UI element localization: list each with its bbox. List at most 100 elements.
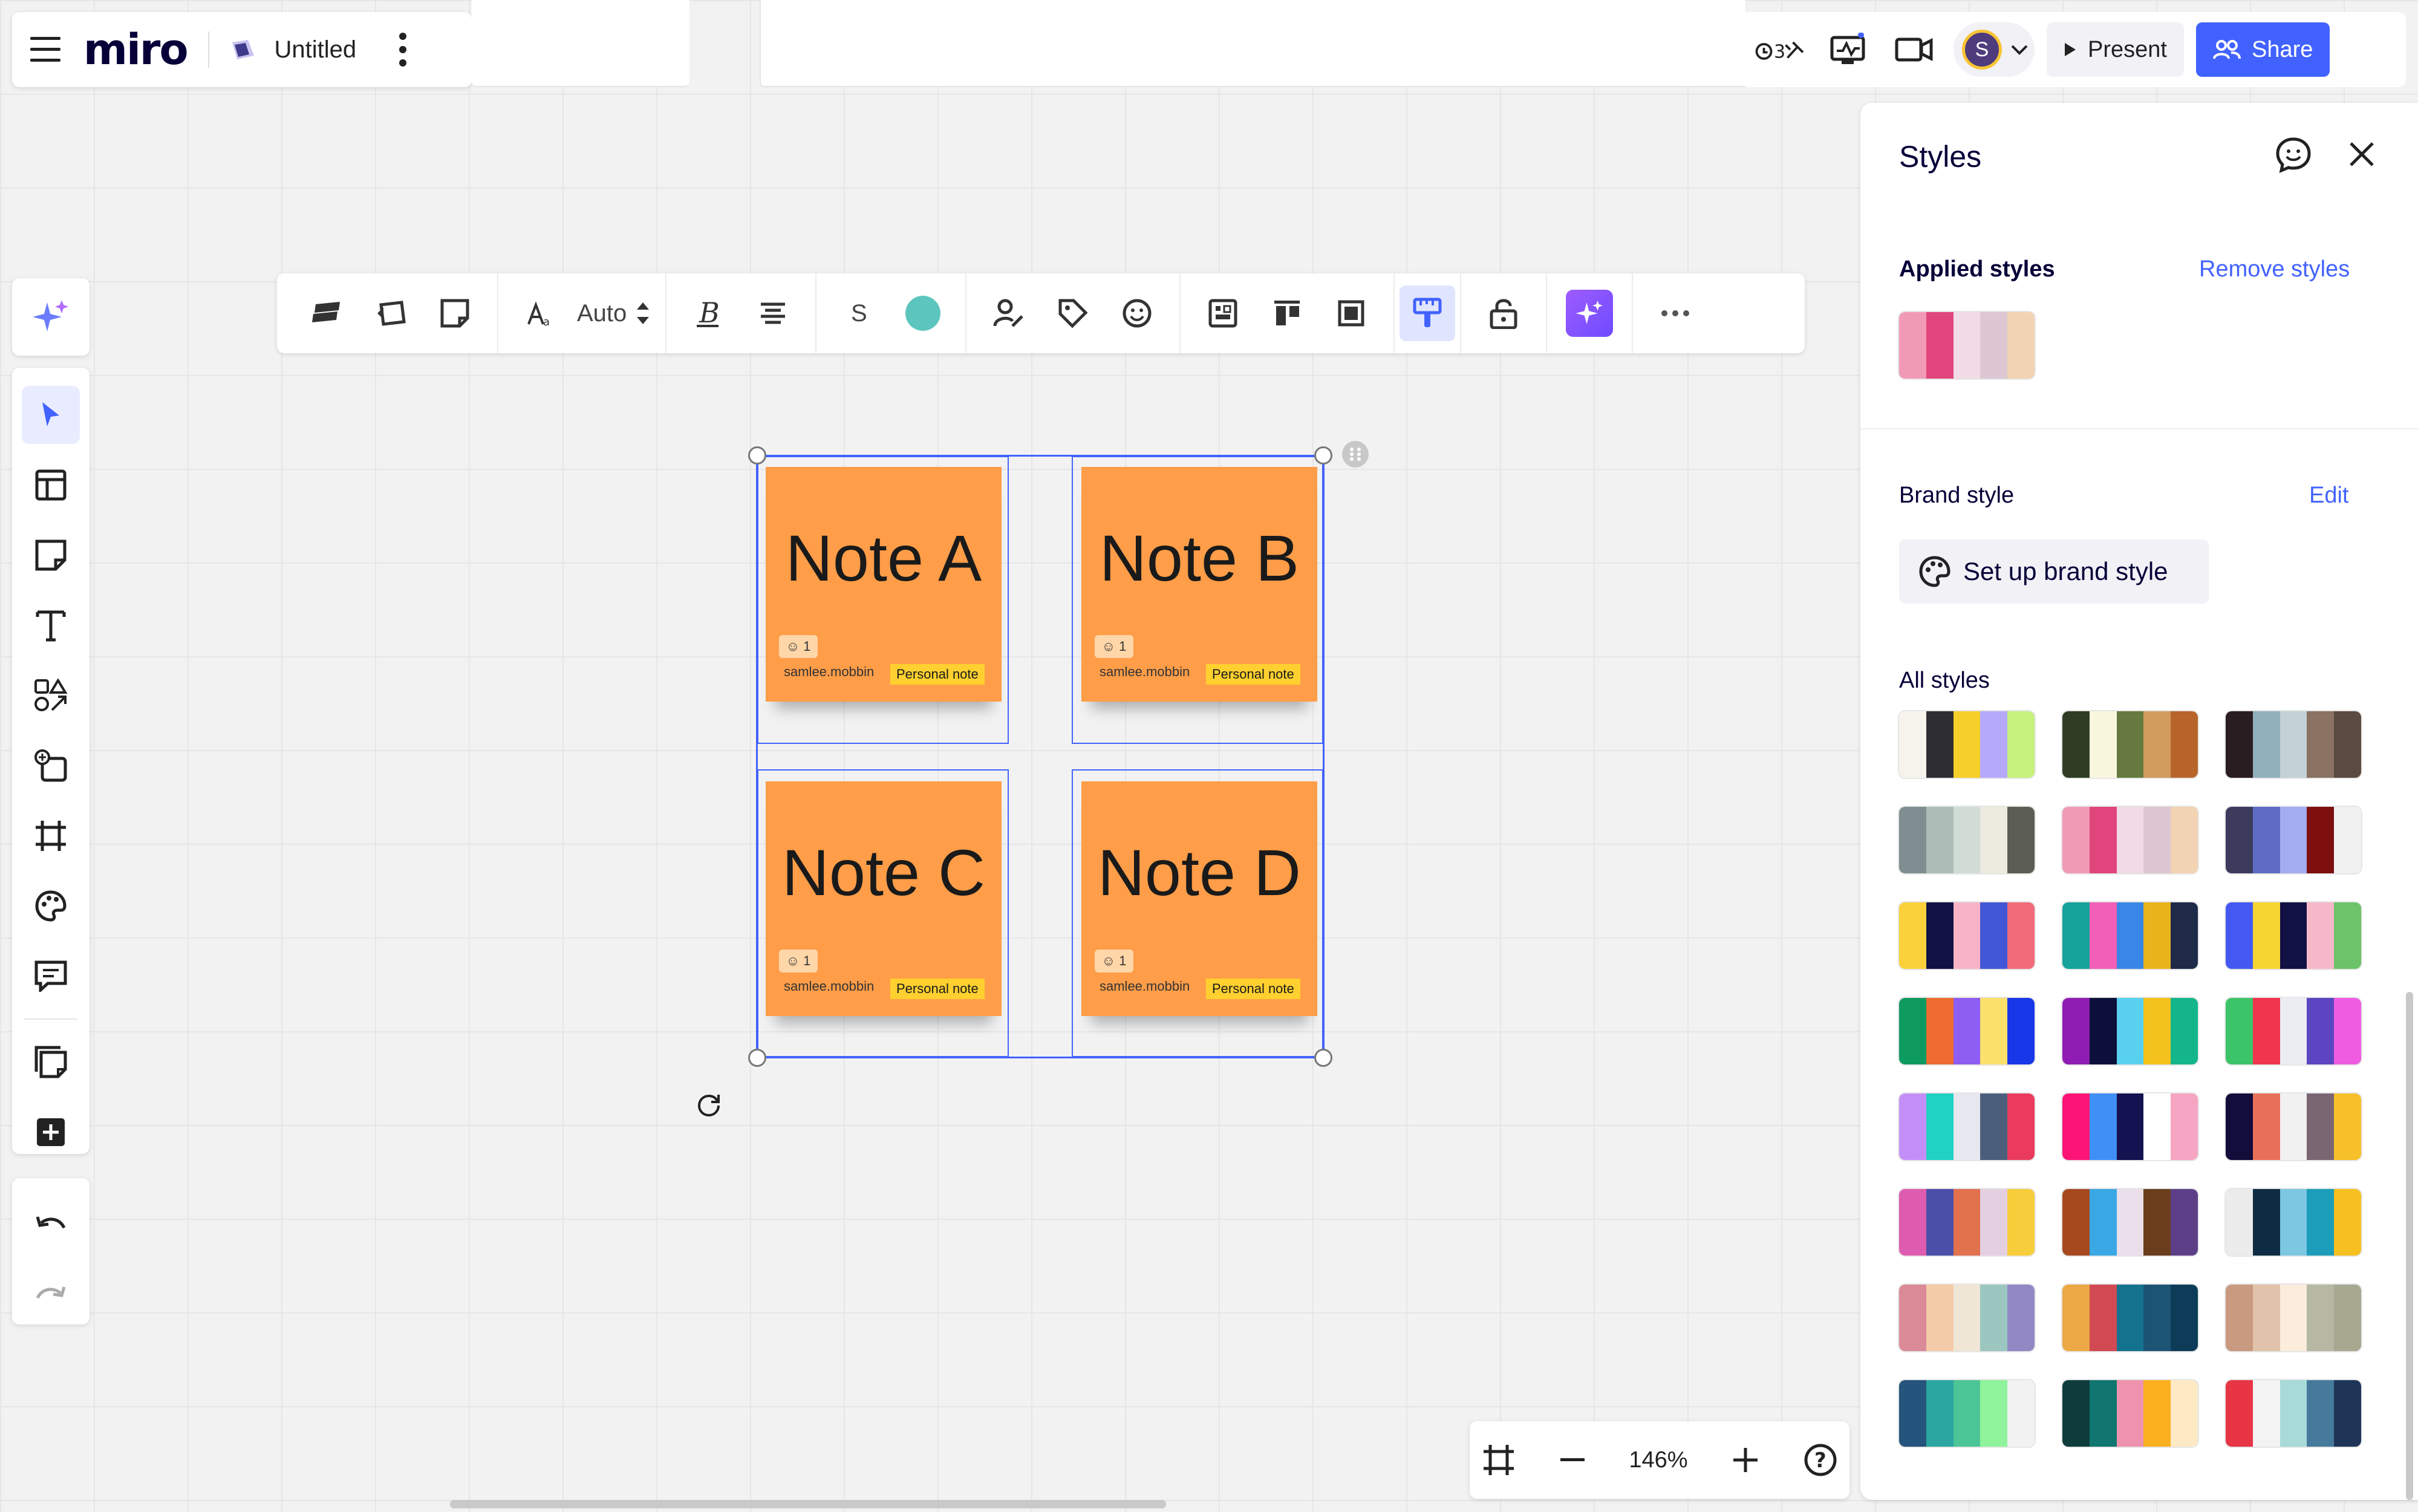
font-size-value[interactable]: Auto	[577, 300, 627, 327]
style-palette[interactable]	[1899, 711, 2035, 778]
activity-icon[interactable]	[1820, 22, 1875, 77]
canvas-scrollbar[interactable]	[450, 1500, 1166, 1508]
note-tag[interactable]: Personal note	[890, 664, 985, 685]
bold-button[interactable]: B	[681, 285, 737, 341]
more-tools[interactable]	[12, 1097, 90, 1167]
frame-objects-button[interactable]	[1323, 285, 1379, 341]
lock-button[interactable]	[1476, 285, 1531, 341]
present-button[interactable]: Present	[2047, 22, 2184, 77]
style-palette[interactable]	[2062, 1093, 2198, 1160]
sticky-note-tool[interactable]	[12, 520, 90, 590]
style-palette[interactable]	[2226, 1093, 2361, 1160]
reaction-badge[interactable]: ☺ 1	[779, 950, 818, 973]
format-painter-button[interactable]	[1400, 285, 1456, 341]
tag-button[interactable]	[1045, 285, 1101, 341]
style-palette[interactable]	[1899, 1093, 2035, 1160]
style-palette[interactable]	[2062, 1380, 2198, 1447]
style-palette[interactable]	[1899, 1285, 2035, 1351]
video-icon[interactable]	[1887, 22, 1941, 77]
remove-styles-link[interactable]: Remove styles	[2199, 256, 2350, 282]
edit-brand-link[interactable]: Edit	[2309, 483, 2348, 509]
style-palette[interactable]	[2226, 1380, 2361, 1447]
sticky-note[interactable]: Note B ☺ 1 samlee.mobbin Personal note	[1081, 467, 1317, 702]
style-palette[interactable]	[2226, 902, 2361, 969]
emoji-button[interactable]	[1109, 285, 1165, 341]
stack-button[interactable]	[299, 285, 354, 341]
sticky-pack-tool[interactable]	[12, 1027, 90, 1097]
style-palette[interactable]	[2062, 1285, 2198, 1351]
style-palette[interactable]	[2062, 711, 2198, 778]
reaction-badge[interactable]: ☺ 1	[779, 635, 818, 658]
select-tool[interactable]	[12, 380, 90, 450]
menu-icon[interactable]	[30, 36, 62, 64]
reaction-badge[interactable]: ☺ 1	[1095, 950, 1133, 973]
styles-tool[interactable]	[12, 871, 90, 941]
style-palette[interactable]	[2062, 902, 2198, 969]
sticky-note[interactable]: Note A ☺ 1 samlee.mobbin Personal note	[766, 467, 1002, 702]
drag-handle-icon[interactable]	[1341, 440, 1369, 468]
text-tool[interactable]	[12, 590, 90, 660]
note-shape-button[interactable]	[427, 285, 483, 341]
applied-palette[interactable]	[1899, 312, 2035, 379]
convert-button[interactable]	[363, 285, 419, 341]
resize-handle[interactable]	[1314, 1049, 1332, 1067]
frame-icon[interactable]	[1482, 1443, 1516, 1477]
style-palette[interactable]	[1899, 998, 2035, 1064]
undo-button[interactable]	[12, 1190, 90, 1260]
sticky-note[interactable]: Note C ☺ 1 samlee.mobbin Personal note	[766, 781, 1002, 1016]
redo-button[interactable]	[12, 1260, 90, 1331]
note-tag[interactable]: Personal note	[1206, 664, 1300, 685]
assign-button[interactable]	[981, 285, 1037, 341]
zoom-out-icon[interactable]	[1560, 1457, 1585, 1463]
board-view-button[interactable]	[1195, 285, 1251, 341]
style-palette[interactable]	[2226, 1285, 2361, 1351]
share-button[interactable]: Share	[2195, 22, 2330, 77]
fill-color-button[interactable]	[895, 285, 951, 341]
insert-tool[interactable]	[12, 731, 90, 801]
resize-handle[interactable]	[748, 1049, 766, 1067]
style-palette[interactable]	[2226, 807, 2361, 873]
feedback-icon[interactable]	[2275, 137, 2312, 173]
close-icon[interactable]	[2348, 140, 2376, 168]
style-palette[interactable]	[1899, 1380, 2035, 1447]
ai-assist-button[interactable]	[12, 278, 90, 356]
note-tag[interactable]: Personal note	[1206, 979, 1300, 999]
resize-handle[interactable]	[1314, 446, 1332, 464]
zoom-level[interactable]: 146%	[1629, 1447, 1687, 1473]
style-palette[interactable]	[1899, 902, 2035, 969]
templates-tool[interactable]	[12, 450, 90, 520]
style-palette[interactable]	[2062, 807, 2198, 873]
shapes-tool[interactable]	[12, 660, 90, 731]
style-palette[interactable]	[2062, 1189, 2198, 1256]
reaction-badge[interactable]: ☺ 1	[1095, 635, 1133, 658]
rotate-icon[interactable]	[696, 1091, 725, 1120]
sticky-note[interactable]: Note D ☺ 1 samlee.mobbin Personal note	[1081, 781, 1317, 1016]
note-tag[interactable]: Personal note	[890, 979, 985, 999]
style-palette[interactable]	[2062, 998, 2198, 1064]
reactions-icon[interactable]: 3	[1754, 22, 1808, 77]
comment-tool[interactable]	[12, 941, 90, 1011]
ai-button[interactable]	[1562, 285, 1617, 341]
resize-handle[interactable]	[748, 446, 766, 464]
style-palette[interactable]	[1899, 807, 2035, 873]
setup-brand-style-button[interactable]: Set up brand style	[1899, 539, 2209, 604]
user-menu[interactable]: S	[1954, 22, 2035, 77]
style-palette[interactable]	[2226, 1189, 2361, 1256]
style-palette[interactable]	[2226, 998, 2361, 1064]
size-button[interactable]: S	[831, 285, 887, 341]
color-swatch	[2007, 312, 2035, 379]
zoom-in-icon[interactable]	[1732, 1447, 1759, 1473]
style-palette[interactable]	[1899, 1189, 2035, 1256]
miro-logo[interactable]: miro	[83, 25, 189, 74]
panel-scrollbar[interactable]	[2406, 992, 2413, 1500]
board-name[interactable]: Untitled	[275, 36, 357, 64]
more-options-icon[interactable]	[399, 31, 407, 68]
style-palette[interactable]	[2226, 711, 2361, 778]
frame-tool[interactable]	[12, 801, 90, 871]
font-button[interactable]: a	[513, 285, 569, 341]
font-size-stepper-icon[interactable]	[635, 295, 651, 331]
more-button[interactable]	[1647, 285, 1703, 341]
align-button[interactable]	[745, 285, 801, 341]
help-icon[interactable]: ?	[1804, 1443, 1837, 1477]
align-objects-button[interactable]	[1259, 285, 1315, 341]
